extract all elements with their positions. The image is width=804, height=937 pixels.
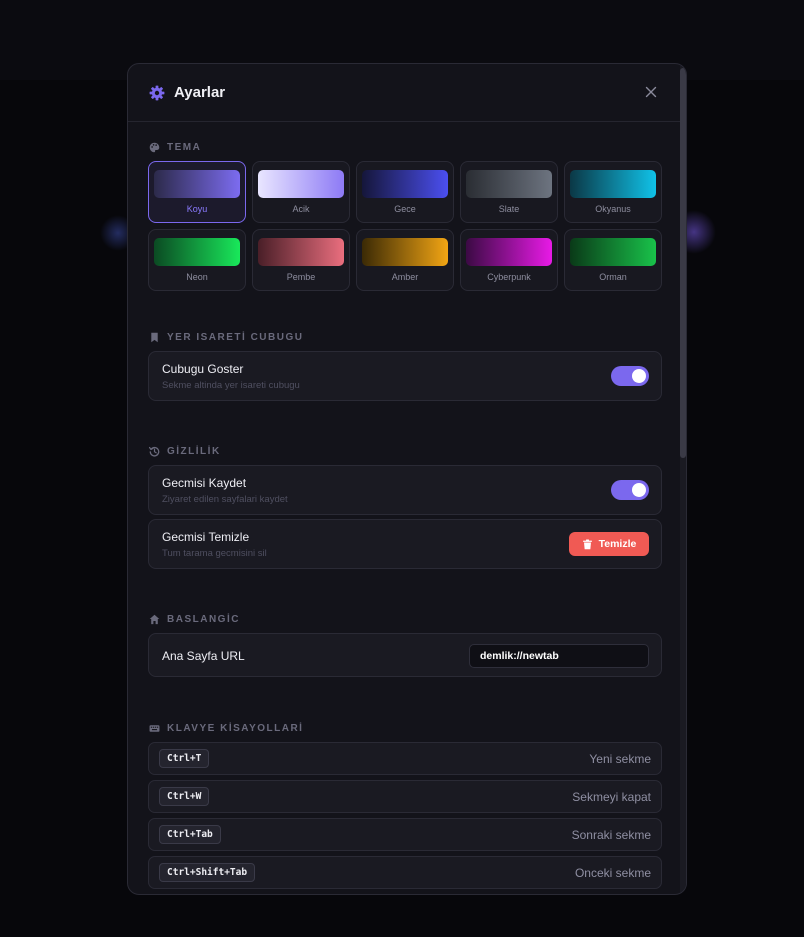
gear-icon <box>149 85 165 100</box>
save-history-setting: Gecmisi Kaydet Ziyaret edilen sayfalari … <box>148 465 662 515</box>
save-history-subtitle: Ziyaret edilen sayfalari kaydet <box>162 494 288 505</box>
homepage-label: Ana Sayfa URL <box>162 649 245 663</box>
shortcut-keys: Ctrl+W <box>159 787 210 806</box>
theme-label: Cyberpunk <box>487 272 531 282</box>
shortcut-description: Sekmeyi kapat <box>572 790 651 804</box>
scrollbar[interactable] <box>680 64 686 894</box>
theme-label: Slate <box>498 204 520 214</box>
modal-header: Ayarlar <box>128 64 686 122</box>
shortcut-description: Onceki sekme <box>574 866 651 880</box>
bookmark-bar-title: Cubugu Goster <box>162 362 244 376</box>
toggle-knob <box>632 483 646 497</box>
settings-modal: Ayarlar TEMA Koyu Acik Gece Slate Okyanus Neo… <box>127 63 687 895</box>
theme-swatch <box>154 170 240 198</box>
theme-card-gece[interactable]: Gece <box>356 161 454 223</box>
bookmark-icon <box>151 332 158 343</box>
bookmark-bar-setting: Cubugu Goster Sekme altinda yer isareti … <box>148 351 662 401</box>
section-title-privacy: GİZLİLİK <box>149 446 221 457</box>
theme-label: Acik <box>292 204 310 214</box>
theme-label: Amber <box>391 272 419 282</box>
theme-swatch <box>466 170 552 198</box>
clear-history-subtitle: Tum tarama gecmisini sil <box>162 548 267 559</box>
shortcut-description: Sonraki sekme <box>571 828 651 842</box>
theme-card-okyanus[interactable]: Okyanus <box>564 161 662 223</box>
homepage-setting: Ana Sayfa URL <box>148 633 662 677</box>
theme-swatch <box>362 170 448 198</box>
section-title-bookmarks: YER ISARETİ CUBUGU <box>149 332 303 343</box>
theme-card-amber[interactable]: Amber <box>356 229 454 291</box>
shortcut-keys: Ctrl+Tab <box>159 825 221 844</box>
keyboard-icon <box>149 725 160 732</box>
theme-swatch <box>154 238 240 266</box>
theme-label: Neon <box>186 272 208 282</box>
theme-card-neon[interactable]: Neon <box>148 229 246 291</box>
trash-icon <box>582 539 592 549</box>
theme-card-acik[interactable]: Acik <box>252 161 350 223</box>
theme-label: Orman <box>599 272 627 282</box>
theme-swatch <box>570 170 656 198</box>
home-icon <box>149 614 160 625</box>
homepage-url-input[interactable] <box>469 644 649 668</box>
shortcut-row: Ctrl+Tab Sonraki sekme <box>148 818 662 851</box>
toggle-knob <box>632 369 646 383</box>
theme-card-slate[interactable]: Slate <box>460 161 558 223</box>
theme-card-koyu[interactable]: Koyu <box>148 161 246 223</box>
history-icon <box>149 446 160 457</box>
section-title-shortcuts: KLAVYE KİSAYOLLARİ <box>149 723 303 734</box>
clear-history-button-label: Temizle <box>598 538 637 550</box>
bookmark-bar-subtitle: Sekme altinda yer isareti cubugu <box>162 380 300 391</box>
close-icon[interactable] <box>644 85 658 99</box>
shortcut-row: Ctrl+Shift+Tab Onceki sekme <box>148 856 662 889</box>
palette-icon <box>149 142 160 153</box>
save-history-title: Gecmisi Kaydet <box>162 476 247 490</box>
theme-card-cyberpunk[interactable]: Cyberpunk <box>460 229 558 291</box>
theme-label: Pembe <box>286 272 316 282</box>
shortcut-description: Yeni sekme <box>589 752 651 766</box>
shortcut-row: Ctrl+W Sekmeyi kapat <box>148 780 662 813</box>
shortcut-keys: Ctrl+Shift+Tab <box>159 863 256 882</box>
shortcut-keys: Ctrl+T <box>159 749 210 768</box>
theme-label: Gece <box>394 204 416 214</box>
section-title-theme: TEMA <box>149 142 201 153</box>
modal-title: Ayarlar <box>174 84 226 101</box>
save-history-toggle[interactable] <box>611 480 649 500</box>
clear-history-title: Gecmisi Temizle <box>162 530 250 544</box>
clear-history-button[interactable]: Temizle <box>569 532 649 556</box>
clear-history-setting: Gecmisi Temizle Tum tarama gecmisini sil… <box>148 519 662 569</box>
theme-swatch <box>258 238 344 266</box>
theme-card-orman[interactable]: Orman <box>564 229 662 291</box>
theme-swatch <box>258 170 344 198</box>
theme-swatch <box>466 238 552 266</box>
section-title-startup: BASLANGİC <box>149 614 240 625</box>
bookmark-bar-toggle[interactable] <box>611 366 649 386</box>
scrollbar-thumb[interactable] <box>680 68 686 458</box>
theme-label: Koyu <box>186 204 208 214</box>
theme-swatch <box>362 238 448 266</box>
theme-card-pembe[interactable]: Pembe <box>252 229 350 291</box>
theme-label: Okyanus <box>595 204 631 214</box>
theme-swatch <box>570 238 656 266</box>
shortcut-row: Ctrl+T Yeni sekme <box>148 742 662 775</box>
